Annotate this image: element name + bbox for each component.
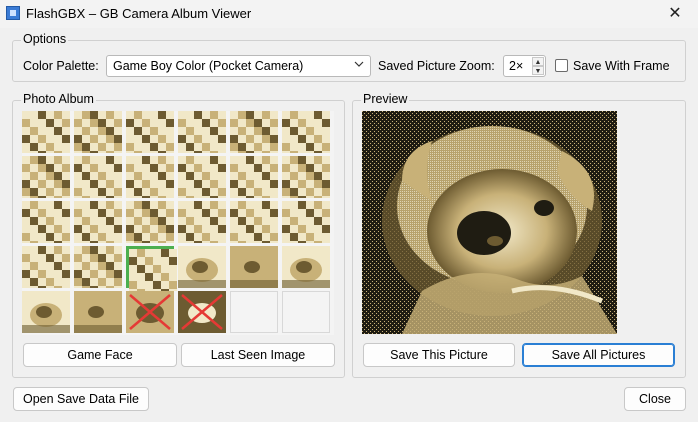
picture-thumbnail[interactable] xyxy=(22,201,70,249)
photo-album-label: Photo Album xyxy=(21,92,96,106)
save-with-frame-label[interactable]: Save With Frame xyxy=(573,59,670,73)
picture-thumbnail[interactable] xyxy=(178,246,226,288)
close-icon: ✕ xyxy=(668,5,682,22)
close-button[interactable]: Close xyxy=(624,387,686,411)
zoom-down-icon[interactable]: ▼ xyxy=(532,66,544,75)
picture-thumbnail[interactable] xyxy=(126,201,174,249)
picture-thumbnail[interactable] xyxy=(282,156,330,204)
window-close-button[interactable]: ✕ xyxy=(652,0,698,28)
picture-thumbnail[interactable] xyxy=(230,111,278,159)
deleted-picture-thumbnail[interactable] xyxy=(126,291,174,333)
zoom-value: 2× xyxy=(509,59,524,73)
open-save-data-file-button[interactable]: Open Save Data File xyxy=(13,387,149,411)
picture-thumbnail[interactable] xyxy=(22,111,70,159)
picture-thumbnail[interactable] xyxy=(178,201,226,249)
app-icon xyxy=(6,6,20,20)
zoom-stepper[interactable]: ▲ ▼ xyxy=(532,57,544,75)
last-seen-image-button[interactable]: Last Seen Image xyxy=(181,343,335,367)
color-palette-select[interactable]: Game Boy Color (Pocket Camera) xyxy=(106,55,371,77)
preview-label: Preview xyxy=(361,92,410,106)
picture-thumbnail[interactable] xyxy=(126,111,174,159)
picture-thumbnail[interactable] xyxy=(230,156,278,204)
picture-thumbnail[interactable] xyxy=(74,246,122,294)
options-group-label: Options xyxy=(21,32,69,46)
picture-thumbnail[interactable] xyxy=(178,111,226,159)
empty-slot-thumbnail xyxy=(282,291,330,333)
save-this-picture-button[interactable]: Save This Picture xyxy=(363,343,515,367)
save-with-frame-checkbox[interactable] xyxy=(555,59,568,72)
zoom-spinbox[interactable]: 2× ▲ ▼ xyxy=(503,55,546,77)
preview-image xyxy=(362,111,617,334)
picture-thumbnail[interactable] xyxy=(22,156,70,204)
picture-thumbnail[interactable] xyxy=(74,111,122,159)
picture-thumbnail[interactable] xyxy=(282,201,330,249)
title-bar[interactable]: FlashGBX – GB Camera Album Viewer ✕ xyxy=(0,0,698,28)
picture-thumbnail[interactable] xyxy=(178,156,226,204)
game-face-button[interactable]: Game Face xyxy=(23,343,177,367)
window-title: FlashGBX – GB Camera Album Viewer xyxy=(26,6,252,21)
picture-thumbnail[interactable] xyxy=(230,246,278,288)
empty-slot-thumbnail xyxy=(230,291,278,333)
album-viewer-window: FlashGBX – GB Camera Album Viewer ✕ Opti… xyxy=(0,0,698,422)
picture-thumbnail[interactable] xyxy=(74,156,122,204)
picture-thumbnail[interactable] xyxy=(22,246,70,294)
color-palette-value: Game Boy Color (Pocket Camera) xyxy=(113,59,304,73)
picture-thumbnail[interactable] xyxy=(74,201,122,249)
color-palette-label: Color Palette: xyxy=(23,59,99,73)
picture-thumbnail[interactable] xyxy=(282,246,330,288)
chevron-down-icon xyxy=(354,61,364,67)
picture-thumbnail[interactable] xyxy=(22,291,70,333)
picture-thumbnail[interactable] xyxy=(282,111,330,159)
zoom-label: Saved Picture Zoom: xyxy=(378,59,495,73)
zoom-up-icon[interactable]: ▲ xyxy=(532,57,544,66)
picture-thumbnail[interactable] xyxy=(126,246,177,297)
picture-thumbnail[interactable] xyxy=(230,201,278,249)
photo-album-grid xyxy=(22,111,334,335)
picture-thumbnail[interactable] xyxy=(126,156,174,204)
deleted-picture-thumbnail[interactable] xyxy=(178,291,226,333)
picture-thumbnail[interactable] xyxy=(74,291,122,333)
save-all-pictures-button[interactable]: Save All Pictures xyxy=(522,343,675,367)
red-panda-photo xyxy=(362,111,617,334)
